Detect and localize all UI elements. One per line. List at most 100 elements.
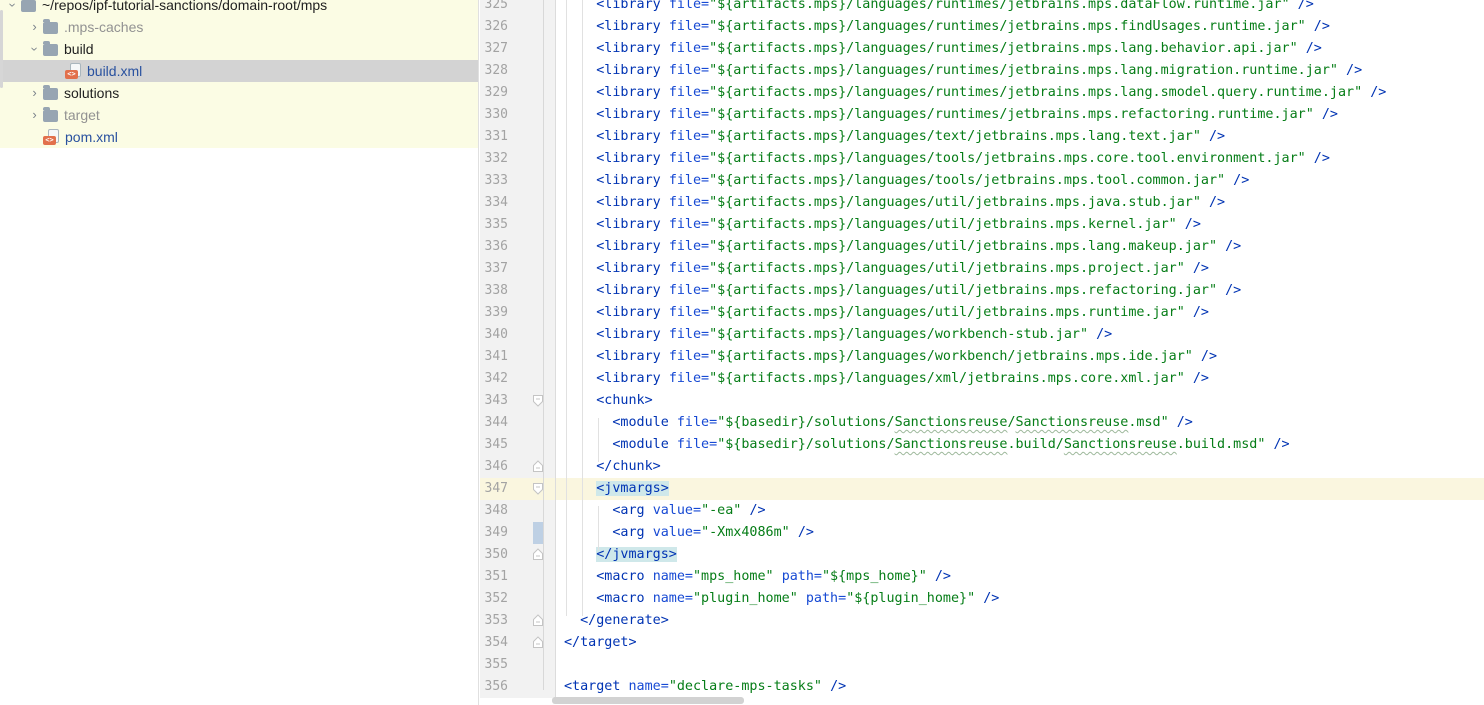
code-line-353[interactable]: 353 </generate> <box>480 610 1484 632</box>
line-number[interactable]: 343 <box>484 390 508 412</box>
code-text[interactable]: </generate> <box>556 610 669 632</box>
code-text[interactable]: <library file="${artifacts.mps}/language… <box>556 368 1209 390</box>
fold-end-icon[interactable] <box>532 460 544 478</box>
code-text[interactable]: </target> <box>556 632 637 654</box>
vcs-changed-marker[interactable] <box>533 522 543 544</box>
line-number[interactable]: 328 <box>484 60 508 82</box>
code-text[interactable]: <library file="${artifacts.mps}/language… <box>556 38 1322 60</box>
tree-item--repos-ipf-tutorial-sanctions-domain-root-mps[interactable]: ›~/repos/ipf-tutorial-sanctions/domain-r… <box>0 0 478 16</box>
line-number[interactable]: 330 <box>484 104 508 126</box>
line-number[interactable]: 354 <box>484 632 508 654</box>
chevron-right-icon[interactable]: › <box>26 16 43 38</box>
line-number[interactable]: 355 <box>484 654 508 676</box>
code-line-356[interactable]: 356 <target name="declare-mps-tasks" /> <box>480 676 1484 698</box>
line-number[interactable]: 333 <box>484 170 508 192</box>
code-line-344[interactable]: 344 <module file="${basedir}/solutions/S… <box>480 412 1484 434</box>
line-number[interactable]: 347 <box>484 478 508 500</box>
code-text[interactable]: </chunk> <box>556 456 661 478</box>
code-line-351[interactable]: 351 <macro name="mps_home" path="${mps_h… <box>480 566 1484 588</box>
code-text[interactable]: <library file="${artifacts.mps}/language… <box>556 82 1386 104</box>
line-number[interactable]: 340 <box>484 324 508 346</box>
code-text[interactable]: <library file="${artifacts.mps}/language… <box>556 104 1338 126</box>
code-line-345[interactable]: 345 <module file="${basedir}/solutions/S… <box>480 434 1484 456</box>
code-text[interactable]: <module file="${basedir}/solutions/Sanct… <box>556 412 1193 434</box>
tree-item-build-xml[interactable]: build.xml <box>0 60 478 82</box>
code-text[interactable]: <jvmargs> <box>556 478 669 500</box>
line-number[interactable]: 348 <box>484 500 508 522</box>
code-line-337[interactable]: 337 <library file="${artifacts.mps}/lang… <box>480 258 1484 280</box>
line-number[interactable]: 331 <box>484 126 508 148</box>
tree-item--mps-caches[interactable]: ›.mps-caches <box>0 16 478 38</box>
line-number[interactable]: 329 <box>484 82 508 104</box>
tree-scrollbar[interactable] <box>0 10 3 88</box>
code-line-333[interactable]: 333 <library file="${artifacts.mps}/lang… <box>480 170 1484 192</box>
line-number[interactable]: 341 <box>484 346 508 368</box>
code-line-334[interactable]: 334 <library file="${artifacts.mps}/lang… <box>480 192 1484 214</box>
code-text[interactable]: <library file="${artifacts.mps}/language… <box>556 236 1241 258</box>
code-text[interactable]: <arg value="-Xmx4086m" /> <box>556 522 814 544</box>
code-text[interactable]: <arg value="-ea" /> <box>556 500 766 522</box>
code-text[interactable]: <library file="${artifacts.mps}/language… <box>556 60 1362 82</box>
code-text[interactable]: <library file="${artifacts.mps}/language… <box>556 148 1330 170</box>
line-number[interactable]: 345 <box>484 434 508 456</box>
code-line-342[interactable]: 342 <library file="${artifacts.mps}/lang… <box>480 368 1484 390</box>
code-text[interactable]: <library file="${artifacts.mps}/language… <box>556 170 1249 192</box>
code-line-335[interactable]: 335 <library file="${artifacts.mps}/lang… <box>480 214 1484 236</box>
line-number[interactable]: 356 <box>484 676 508 698</box>
code-line-332[interactable]: 332 <library file="${artifacts.mps}/lang… <box>480 148 1484 170</box>
code-line-347[interactable]: 347 <jvmargs> <box>480 478 1484 500</box>
code-line-354[interactable]: 354 </target> <box>480 632 1484 654</box>
code-text[interactable]: <library file="${artifacts.mps}/language… <box>556 346 1217 368</box>
code-line-331[interactable]: 331 <library file="${artifacts.mps}/lang… <box>480 126 1484 148</box>
line-number[interactable]: 350 <box>484 544 508 566</box>
tree-item-target[interactable]: ›target <box>0 104 478 126</box>
code-line-338[interactable]: 338 <library file="${artifacts.mps}/lang… <box>480 280 1484 302</box>
line-number[interactable]: 336 <box>484 236 508 258</box>
line-number[interactable]: 337 <box>484 258 508 280</box>
tree-item-pom-xml[interactable]: pom.xml <box>0 126 478 148</box>
code-line-349[interactable]: 349 <arg value="-Xmx4086m" /> <box>480 522 1484 544</box>
horizontal-scrollbar[interactable] <box>552 697 744 704</box>
line-number[interactable]: 352 <box>484 588 508 610</box>
code-text[interactable]: <library file="${artifacts.mps}/language… <box>556 126 1225 148</box>
code-line-327[interactable]: 327 <library file="${artifacts.mps}/lang… <box>480 38 1484 60</box>
code-line-329[interactable]: 329 <library file="${artifacts.mps}/lang… <box>480 82 1484 104</box>
code-text[interactable] <box>556 654 564 676</box>
code-line-341[interactable]: 341 <library file="${artifacts.mps}/lang… <box>480 346 1484 368</box>
line-number[interactable]: 326 <box>484 16 508 38</box>
line-number[interactable]: 327 <box>484 38 508 60</box>
code-line-352[interactable]: 352 <macro name="plugin_home" path="${pl… <box>480 588 1484 610</box>
code-line-328[interactable]: 328 <library file="${artifacts.mps}/lang… <box>480 60 1484 82</box>
code-text[interactable]: <target name="declare-mps-tasks" /> <box>556 676 846 698</box>
line-number[interactable]: 346 <box>484 456 508 478</box>
code-text[interactable]: <macro name="plugin_home" path="${plugin… <box>556 588 999 610</box>
code-text[interactable]: <library file="${artifacts.mps}/language… <box>556 0 1314 16</box>
line-number[interactable]: 339 <box>484 302 508 324</box>
line-number[interactable]: 349 <box>484 522 508 544</box>
code-line-326[interactable]: 326 <library file="${artifacts.mps}/lang… <box>480 16 1484 38</box>
code-line-339[interactable]: 339 <library file="${artifacts.mps}/lang… <box>480 302 1484 324</box>
line-number[interactable]: 332 <box>484 148 508 170</box>
fold-end-icon[interactable] <box>532 548 544 566</box>
chevron-right-icon[interactable]: › <box>26 82 43 104</box>
code-text[interactable]: <library file="${artifacts.mps}/language… <box>556 302 1209 324</box>
line-number[interactable]: 342 <box>484 368 508 390</box>
code-line-336[interactable]: 336 <library file="${artifacts.mps}/lang… <box>480 236 1484 258</box>
line-number[interactable]: 334 <box>484 192 508 214</box>
code-text[interactable]: <library file="${artifacts.mps}/language… <box>556 258 1209 280</box>
code-line-348[interactable]: 348 <arg value="-ea" /> <box>480 500 1484 522</box>
line-number[interactable]: 338 <box>484 280 508 302</box>
code-line-340[interactable]: 340 <library file="${artifacts.mps}/lang… <box>480 324 1484 346</box>
code-line-343[interactable]: 343 <chunk> <box>480 390 1484 412</box>
fold-collapse-icon[interactable] <box>532 482 544 500</box>
tree-item-solutions[interactable]: ›solutions <box>0 82 478 104</box>
line-number[interactable]: 335 <box>484 214 508 236</box>
line-number[interactable]: 353 <box>484 610 508 632</box>
code-text[interactable]: <macro name="mps_home" path="${mps_home}… <box>556 566 951 588</box>
fold-end-icon[interactable] <box>532 614 544 632</box>
code-text[interactable]: <library file="${artifacts.mps}/language… <box>556 324 1112 346</box>
code-text[interactable]: <module file="${basedir}/solutions/Sanct… <box>556 434 1290 456</box>
fold-end-icon[interactable] <box>532 636 544 654</box>
tree-item-build[interactable]: ›build <box>0 38 478 60</box>
code-text[interactable]: <library file="${artifacts.mps}/language… <box>556 214 1201 236</box>
